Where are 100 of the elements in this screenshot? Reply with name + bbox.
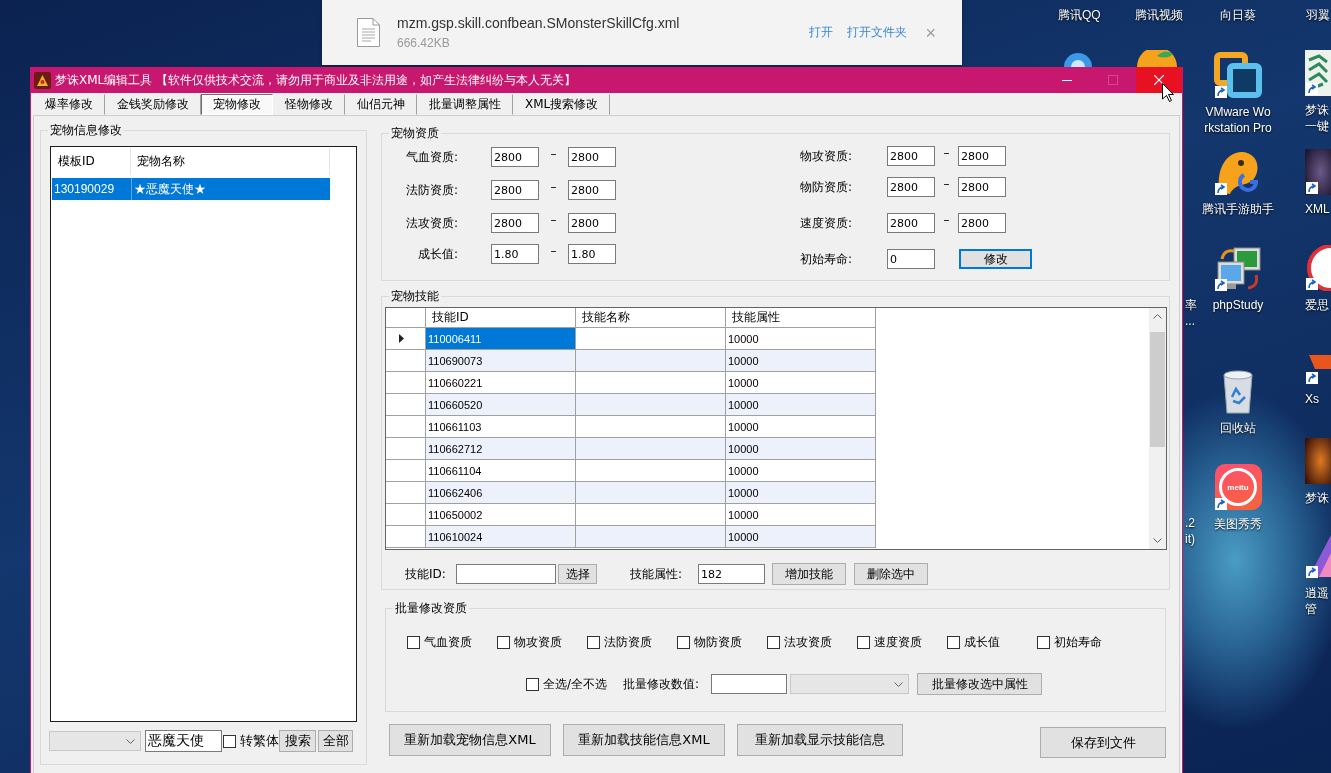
table-cell: 10000 [726, 504, 876, 526]
table-row[interactable]: 110662712 10000 [386, 438, 876, 460]
checkbox[interactable] [677, 635, 690, 649]
table-row[interactable]: 110610024 10000 [386, 526, 876, 548]
chevron-up-icon[interactable] [1153, 314, 1162, 319]
shortcut-label[interactable]: phpStudy [1212, 297, 1264, 313]
batch-value-field[interactable] [711, 674, 787, 694]
shortcut-label[interactable]: 美图秀秀 [1214, 516, 1262, 532]
chevron-down-icon[interactable] [1153, 538, 1162, 543]
lifespan-field[interactable]: 0 [887, 249, 935, 269]
overlapping-squares-icon[interactable] [1214, 52, 1262, 98]
shortcut-label[interactable]: 爱思 [1305, 297, 1331, 313]
list-row[interactable]: 130190029 ★恶魔天使★ [52, 178, 330, 200]
add-skill-button[interactable]: 增加技能 [772, 563, 846, 585]
column-header[interactable]: 模板ID [52, 148, 131, 175]
show-all-button[interactable]: 全部 [318, 730, 353, 752]
checkbox[interactable] [947, 635, 960, 649]
save-button[interactable]: 保存到文件 [1040, 727, 1166, 758]
max-value-field[interactable]: 1.80 [568, 244, 616, 264]
checkbox[interactable] [767, 635, 780, 649]
link[interactable]: 打开 [809, 24, 834, 41]
checkbox[interactable] [587, 635, 600, 649]
checkbox-label[interactable]: 气血资质 [424, 633, 472, 651]
column-header[interactable]: 技能名称 [576, 308, 726, 328]
shortcut-label[interactable]: VMware Wo rkstation Pro [1204, 104, 1272, 136]
shortcut-label[interactable]: 梦诛一键 [1305, 102, 1331, 134]
max-value-field[interactable]: 2800 [568, 213, 616, 233]
max-value-field[interactable]: 2800 [958, 177, 1006, 197]
checkbox-label[interactable]: 成长值 [964, 633, 1000, 651]
checkbox[interactable] [526, 677, 539, 691]
checkbox-label[interactable]: 速度资质 [874, 633, 922, 651]
modify-button[interactable]: 修改 [959, 249, 1032, 269]
min-value-field[interactable]: 2800 [887, 213, 935, 233]
checkbox[interactable] [1037, 635, 1050, 649]
table-cell-text: 130190029 [53, 181, 116, 198]
checkbox-label[interactable]: 法攻资质 [784, 633, 832, 651]
table-row[interactable]: 110661104 10000 [386, 460, 876, 482]
delete-selected-button[interactable]: 删除选中 [854, 563, 928, 585]
ring-icon[interactable] [1305, 245, 1331, 291]
table-cell: 10000 [726, 350, 876, 372]
table-row[interactable]: 110662406 10000 [386, 482, 876, 504]
reload-button[interactable]: 重新加载显示技能信息 [737, 724, 903, 756]
tab[interactable]: 宠物修改 [201, 94, 273, 115]
shortcut-label[interactable]: XML [1305, 201, 1331, 217]
table-row[interactable]: 110006411 10000 [386, 328, 876, 350]
max-value-field[interactable]: 2800 [568, 147, 616, 167]
max-value-field[interactable]: 2800 [568, 180, 616, 200]
table-row[interactable]: 110660520 10000 [386, 394, 876, 416]
shortcut-label[interactable]: 回收站 [1220, 420, 1256, 436]
min-value-field[interactable]: 2800 [887, 177, 935, 197]
min-value-field[interactable]: 2800 [491, 213, 539, 233]
checkbox-label[interactable]: 法防资质 [604, 633, 652, 651]
shortcut-label[interactable]: .2 it) [1185, 515, 1195, 547]
checkbox-label[interactable]: 物防资质 [694, 633, 742, 651]
search-field[interactable]: 恶魔天使 [145, 730, 222, 752]
checkbox-label[interactable]: 物攻资质 [514, 633, 562, 651]
min-value-field[interactable]: 2800 [491, 147, 539, 167]
min-value-field[interactable]: 1.80 [491, 244, 539, 264]
max-value-field[interactable]: 2800 [958, 146, 1006, 166]
table-row[interactable]: 110650002 10000 [386, 504, 876, 526]
shortcut-label[interactable]: 腾讯视频 [1135, 7, 1183, 23]
min-value-field[interactable]: 2800 [491, 180, 539, 200]
shortcut-label[interactable]: 逍遥管 [1305, 585, 1331, 617]
choose-button[interactable]: 选择 [558, 564, 597, 584]
shortcut-label[interactable]: 率 ... [1185, 297, 1197, 329]
reload-button[interactable]: 重新加载技能信息XML [563, 724, 725, 756]
column-header[interactable]: 宠物名称 [131, 148, 330, 175]
table-row[interactable]: 110661103 10000 [386, 416, 876, 438]
checkbox-label[interactable]: 全选/全不选 [543, 675, 623, 693]
round-app-icon[interactable] [1063, 51, 1093, 67]
checkbox[interactable] [497, 635, 510, 649]
search-button[interactable]: 搜索 [279, 730, 316, 752]
skill-attribute-field[interactable]: 182 [698, 564, 765, 584]
checkbox[interactable] [223, 734, 236, 748]
shortcut-label[interactable]: 梦诛 [1305, 490, 1331, 506]
table-row[interactable]: 110660221 10000 [386, 372, 876, 394]
shortcut-label[interactable]: Xs [1305, 391, 1331, 407]
table-row[interactable]: 110690073 10000 [386, 350, 876, 372]
checkbox-label[interactable]: 初始寿命 [1054, 633, 1102, 651]
checkbox-label[interactable]: 转繁体 [240, 732, 279, 750]
shortcut-label[interactable]: 腾讯QQ [1058, 7, 1101, 23]
round-app-icon[interactable] [1137, 50, 1177, 67]
range-separator: – [549, 180, 558, 194]
column-header[interactable]: 技能属性 [726, 308, 876, 328]
shortcut-label[interactable]: 向日葵 [1220, 7, 1256, 23]
checkbox[interactable] [407, 635, 420, 649]
reload-button[interactable]: 重新加载宠物信息XML [389, 724, 551, 756]
apply-batch-button[interactable]: 批量修改选中属性 [917, 673, 1042, 695]
skill-id-field[interactable] [456, 564, 556, 584]
image-thumbnail-icon[interactable] [1305, 438, 1331, 484]
scrollbar[interactable] [1149, 308, 1166, 549]
min-value-field[interactable]: 2800 [887, 146, 935, 166]
shortcut-label[interactable]: 羽翼 [1306, 7, 1330, 23]
max-value-field[interactable]: 2800 [958, 213, 1006, 233]
column-header[interactable]: 技能ID [426, 308, 576, 328]
link[interactable]: 打开文件夹 [847, 24, 908, 41]
scrollbar-thumb[interactable] [1150, 332, 1165, 447]
checkbox[interactable] [857, 635, 870, 649]
computers-icon[interactable] [1214, 245, 1262, 291]
shortcut-label[interactable]: 腾讯手游助手 [1202, 201, 1274, 217]
